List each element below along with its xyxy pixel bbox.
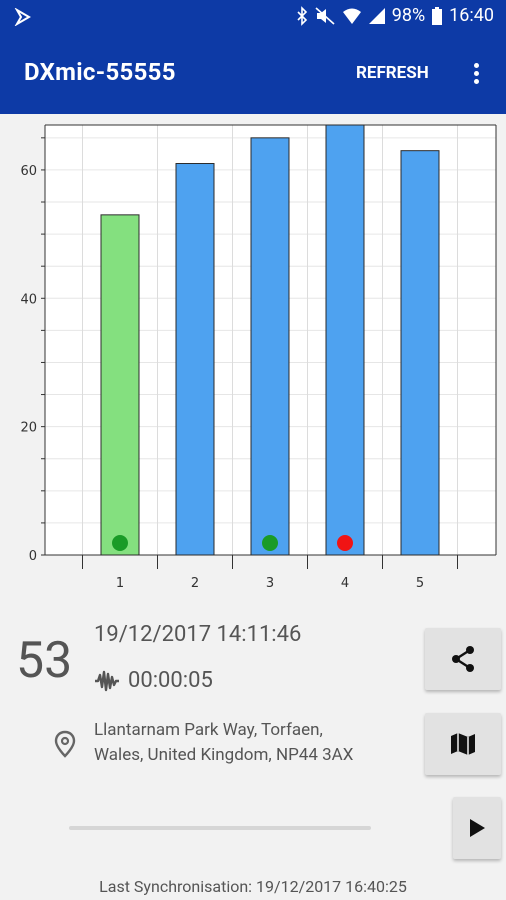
- bar: [325, 124, 365, 556]
- address-line-1: Llantarnam Park Way, Torfaen,: [94, 720, 323, 740]
- share-button[interactable]: [425, 628, 501, 690]
- battery-icon: [432, 6, 443, 25]
- bar: [175, 163, 215, 556]
- mute-icon: [315, 6, 335, 25]
- status-marker: [337, 535, 353, 551]
- app-bar: DXmic-55555 REFRESH: [0, 36, 506, 114]
- recording-duration: 00:00:05: [128, 668, 213, 693]
- y-tick-label: 20: [20, 421, 37, 436]
- bar: [100, 214, 140, 556]
- bar: [400, 150, 440, 556]
- bar-chart: 0 20 40 60 1 2 3 4 5: [0, 114, 506, 604]
- location-pin-icon: [54, 730, 76, 758]
- bar: [250, 137, 290, 556]
- x-tick-label: 2: [191, 576, 199, 591]
- signal-icon: [368, 7, 385, 24]
- notification-icon: [14, 8, 31, 26]
- status-marker: [262, 535, 278, 551]
- map-icon: [451, 733, 475, 755]
- address-line-2: Wales, United Kingdom, NP44 3AX: [94, 745, 354, 765]
- x-tick-label: 5: [416, 576, 424, 591]
- recording-datetime: 19/12/2017 14:11:46: [94, 622, 302, 647]
- refresh-button[interactable]: REFRESH: [356, 63, 429, 83]
- chart-svg: 0 20 40 60 1 2 3 4 5: [20, 124, 497, 591]
- last-sync-text: Last Synchronisation: 19/12/2017 16:40:2…: [99, 877, 407, 896]
- y-tick-label: 0: [29, 549, 37, 564]
- recording-address: Llantarnam Park Way, Torfaen, Wales, Uni…: [94, 718, 353, 768]
- y-tick-label: 40: [20, 292, 37, 307]
- level-value: 53: [16, 632, 73, 690]
- x-tick-label: 4: [341, 576, 349, 591]
- overflow-menu-icon[interactable]: [466, 60, 486, 90]
- waveform-icon: [95, 670, 119, 692]
- playback-progress-bar[interactable]: [69, 826, 371, 830]
- play-button[interactable]: [453, 797, 501, 859]
- x-tick-label: 3: [266, 576, 274, 591]
- share-icon: [452, 646, 474, 672]
- bluetooth-icon: [297, 5, 307, 26]
- play-icon: [470, 819, 485, 837]
- wifi-icon: [342, 8, 361, 24]
- x-tick-label: 1: [116, 576, 124, 591]
- recording-details: 53 19/12/2017 14:11:46 00:00:05 Llantarn…: [0, 604, 506, 900]
- status-bar: 98% 16:40: [0, 0, 506, 36]
- status-icons: 98% 16:40: [296, 5, 494, 26]
- battery-percent: 98%: [391, 5, 426, 26]
- map-button[interactable]: [425, 713, 501, 775]
- app-title: DXmic-55555: [24, 58, 176, 86]
- clock: 16:40: [449, 5, 494, 26]
- y-tick-label: 60: [20, 164, 37, 179]
- status-marker: [112, 535, 128, 551]
